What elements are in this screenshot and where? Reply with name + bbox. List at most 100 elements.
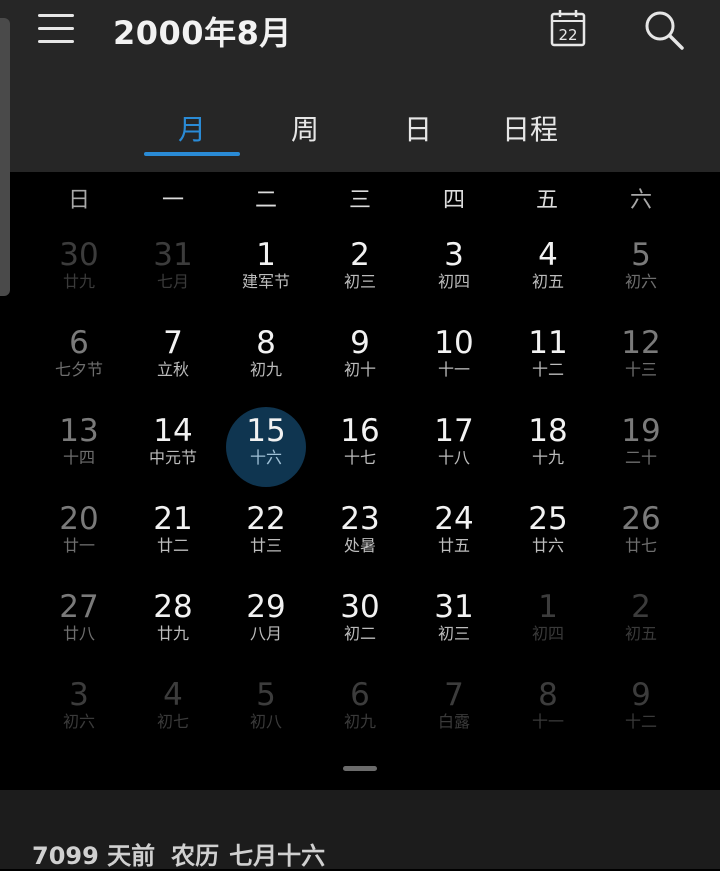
day-cell[interactable]: 1 建军节 [219, 230, 313, 318]
day-cell[interactable]: 11 十二 [501, 318, 595, 406]
day-cell[interactable]: 27 廿八 [32, 582, 126, 670]
day-number: 27 [59, 589, 99, 625]
day-number: 29 [246, 589, 286, 625]
day-number: 1 [538, 589, 558, 625]
lunar-date-label: 廿二 [156, 536, 189, 555]
day-cell[interactable]: 6 七夕节 [32, 318, 126, 406]
lunar-date-label: 处暑 [343, 536, 376, 555]
day-cell[interactable]: 29 八月 [219, 582, 313, 670]
day-cell[interactable]: 7 白露 [407, 670, 501, 758]
lunar-date-label: 廿三 [249, 536, 282, 555]
lunar-date-label: 初八 [249, 712, 282, 731]
day-cell[interactable]: 18 十九 [501, 406, 595, 494]
top-app-bar: 2000年8月 22 月 周 日 日程 [0, 0, 720, 172]
lunar-date-label: 十四 [62, 448, 95, 467]
day-cell[interactable]: 28 廿九 [126, 582, 220, 670]
day-cell[interactable]: 19 二十 [594, 406, 688, 494]
scrollbar-thumb[interactable] [0, 18, 10, 296]
lunar-date-label: 廿六 [531, 536, 564, 555]
day-cell[interactable]: 14 中元节 [126, 406, 220, 494]
day-cell[interactable]: 30 廿九 [32, 230, 126, 318]
day-number: 6 [350, 677, 370, 713]
lunar-date-label: 廿一 [62, 536, 95, 555]
day-cell[interactable]: 16 十七 [313, 406, 407, 494]
lunar-date-label: 廿九 [62, 272, 95, 291]
day-number: 21 [153, 501, 193, 537]
month-title[interactable]: 2000年8月 [113, 8, 292, 54]
day-cell[interactable]: 8 初九 [219, 318, 313, 406]
day-cell[interactable]: 23 处暑 [313, 494, 407, 582]
day-cell[interactable]: 3 初四 [407, 230, 501, 318]
day-cell[interactable]: 31 七月 [126, 230, 220, 318]
day-cell[interactable]: 2 初五 [594, 582, 688, 670]
lunar-date-label: 初十 [343, 360, 376, 379]
tab-month[interactable]: 月 [144, 108, 240, 148]
lunar-date-label: 白露 [437, 712, 470, 731]
day-number: 4 [538, 237, 558, 273]
lunar-date-label: 初五 [531, 272, 564, 291]
day-cell[interactable]: 8 十一 [501, 670, 595, 758]
lunar-date-label: 初三 [437, 624, 470, 643]
day-cell[interactable]: 7 立秋 [126, 318, 220, 406]
lunar-date-label: 十三 [624, 360, 657, 379]
day-cell[interactable]: 3 初六 [32, 670, 126, 758]
search-icon[interactable] [642, 8, 686, 52]
day-cell[interactable]: 22 廿三 [219, 494, 313, 582]
day-cell[interactable]: 13 十四 [32, 406, 126, 494]
day-cell[interactable]: 20 廿一 [32, 494, 126, 582]
day-cell[interactable]: 25 廿六 [501, 494, 595, 582]
day-cell[interactable]: 6 初九 [313, 670, 407, 758]
day-number: 1 [256, 237, 276, 273]
day-cell[interactable]: 5 初六 [594, 230, 688, 318]
day-number: 14 [153, 413, 193, 449]
day-number: 17 [434, 413, 474, 449]
day-number: 23 [340, 501, 380, 537]
lunar-date-label: 十八 [437, 448, 470, 467]
days-ago-text: 7099 天前 [32, 842, 156, 870]
day-cell[interactable]: 12 十三 [594, 318, 688, 406]
day-cell[interactable]: 15 十六 [219, 406, 313, 494]
lunar-date-label: 十二 [531, 360, 564, 379]
day-number: 5 [631, 237, 651, 273]
weekday-fri: 五 [535, 188, 558, 213]
calendar-today-icon[interactable]: 22 [548, 8, 588, 48]
day-cell[interactable]: 10 十一 [407, 318, 501, 406]
day-cell[interactable]: 21 廿二 [126, 494, 220, 582]
day-cell[interactable]: 17 十八 [407, 406, 501, 494]
tab-day[interactable]: 日 [383, 108, 453, 148]
day-cell[interactable]: 26 廿七 [594, 494, 688, 582]
day-number: 11 [528, 325, 568, 361]
view-tabs: 月 周 日 日程 [0, 100, 720, 160]
day-cell[interactable]: 4 初七 [126, 670, 220, 758]
day-cell[interactable]: 30 初二 [313, 582, 407, 670]
lunar-date-label: 初三 [343, 272, 376, 291]
day-cell[interactable]: 9 十二 [594, 670, 688, 758]
day-info: 7099 天前 农历 七月十六 [32, 836, 341, 871]
day-cell[interactable]: 9 初十 [313, 318, 407, 406]
day-cell[interactable]: 31 初三 [407, 582, 501, 670]
weekday-sun: 日 [67, 188, 90, 213]
drag-handle[interactable] [343, 766, 377, 771]
day-cell[interactable]: 1 初四 [501, 582, 595, 670]
day-number: 15 [246, 413, 286, 449]
day-cell[interactable]: 5 初八 [219, 670, 313, 758]
weekday-wed: 三 [348, 188, 371, 213]
lunar-date-label: 初二 [343, 624, 376, 643]
day-number: 24 [434, 501, 474, 537]
active-tab-indicator [144, 152, 240, 156]
tab-week[interactable]: 周 [270, 108, 340, 148]
day-number: 12 [621, 325, 661, 361]
tab-agenda[interactable]: 日程 [490, 108, 570, 148]
weekday-sat: 六 [629, 188, 652, 213]
day-number: 30 [340, 589, 380, 625]
lunar-date-label: 初五 [624, 624, 657, 643]
menu-icon[interactable] [38, 14, 76, 44]
day-number: 2 [350, 237, 370, 273]
lunar-date-label: 十二 [624, 712, 657, 731]
day-number: 7 [163, 325, 183, 361]
day-cell[interactable]: 2 初三 [313, 230, 407, 318]
day-cell[interactable]: 4 初五 [501, 230, 595, 318]
day-cell[interactable]: 24 廿五 [407, 494, 501, 582]
day-number: 22 [246, 501, 286, 537]
weekday-header: 日 一 二 三 四 五 六 [0, 182, 720, 216]
